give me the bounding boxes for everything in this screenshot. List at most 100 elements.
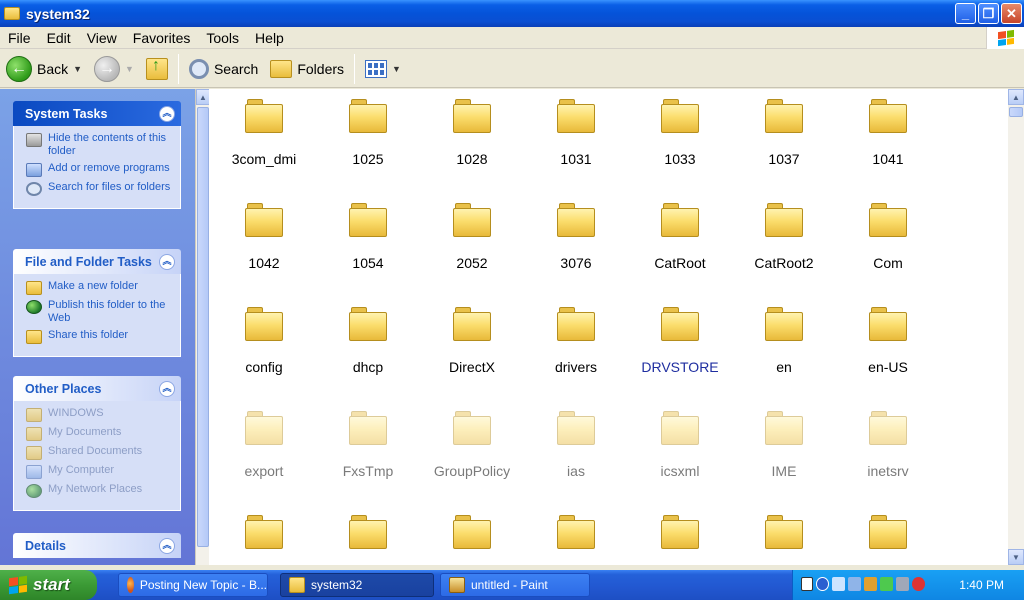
maximize-button[interactable]: ❐	[978, 3, 999, 24]
folder-icon	[349, 515, 387, 549]
folder-item[interactable]: en	[732, 307, 836, 375]
folder-item[interactable]: export	[212, 411, 316, 479]
folder-name: config	[245, 359, 283, 375]
network-icon[interactable]	[848, 577, 861, 591]
expand-icon[interactable]: ︽	[159, 537, 175, 554]
close-button[interactable]: ✕	[1001, 3, 1022, 24]
folder-name: 2052	[456, 255, 488, 271]
folder-item[interactable]: inetsrv	[836, 411, 940, 479]
other-places-header[interactable]: Other Places ︽	[13, 376, 181, 401]
menu-help[interactable]: Help	[247, 30, 292, 46]
folder-item[interactable]	[524, 515, 628, 565]
folder-item[interactable]: DirectX	[420, 307, 524, 375]
folder-item[interactable]: config	[212, 307, 316, 375]
folder-item[interactable]: 1054	[316, 203, 420, 271]
folder-view-scrollbar[interactable]: ▲ ▼	[1008, 89, 1024, 565]
paint-icon	[449, 577, 465, 593]
add-remove-icon	[26, 163, 42, 177]
folder-item[interactable]: 1033	[628, 99, 732, 167]
forward-dropdown-icon[interactable]: ▼	[125, 64, 134, 74]
collapse-icon[interactable]: ︽	[159, 253, 175, 270]
back-button[interactable]: ← Back ▼	[0, 52, 88, 86]
title-bar[interactable]: system32 _ ❐ ✕	[0, 0, 1024, 27]
folder-item[interactable]: en-US	[836, 307, 940, 375]
folder-item[interactable]: IME	[732, 411, 836, 479]
collapse-icon[interactable]: ︽	[159, 380, 175, 397]
scroll-up-icon[interactable]: ▲	[1008, 89, 1024, 105]
folder-item[interactable]	[836, 515, 940, 565]
views-button[interactable]: ▼	[359, 52, 407, 86]
back-dropdown-icon[interactable]: ▼	[73, 64, 82, 74]
bug-icon[interactable]	[864, 577, 877, 591]
shield-icon[interactable]	[912, 577, 925, 591]
scroll-thumb[interactable]	[1009, 107, 1023, 117]
folder-item[interactable]: Com	[836, 203, 940, 271]
other-place-shared-documents[interactable]: Shared Documents	[26, 445, 174, 460]
folder-item[interactable]	[732, 515, 836, 565]
folder-item[interactable]: 1041	[836, 99, 940, 167]
folder-item[interactable]	[316, 515, 420, 565]
menu-view[interactable]: View	[79, 30, 125, 46]
folder-item[interactable]: CatRoot	[628, 203, 732, 271]
chevron-left-icon[interactable]	[816, 577, 829, 591]
other-place-my-computer[interactable]: My Computer	[26, 464, 174, 479]
folder-item[interactable]: CatRoot2	[732, 203, 836, 271]
folder-item[interactable]: 2052	[420, 203, 524, 271]
scroll-up-icon[interactable]: ▲	[196, 89, 210, 105]
taskbar-item-firefox[interactable]: Posting New Topic - B...	[118, 573, 268, 597]
folder-item[interactable]	[628, 515, 732, 565]
folders-button[interactable]: Folders	[264, 52, 350, 86]
folder-item[interactable]: drivers	[524, 307, 628, 375]
folder-name: FxsTmp	[342, 463, 394, 479]
make-new-folder-link[interactable]: Make a new folder	[26, 280, 174, 295]
folder-item[interactable]: icsxml	[628, 411, 732, 479]
folder-item[interactable]: GroupPolicy	[420, 411, 524, 479]
hide-contents-link[interactable]: Hide the contents of this folder	[26, 132, 174, 158]
publish-web-icon	[26, 300, 42, 314]
search-files-link[interactable]: Search for files or folders	[26, 181, 174, 196]
menu-edit[interactable]: Edit	[39, 30, 79, 46]
collapse-icon[interactable]: ︽	[159, 105, 175, 122]
menu-file[interactable]: File	[0, 30, 39, 46]
folder-item[interactable]: 1028	[420, 99, 524, 167]
file-folder-tasks-header[interactable]: File and Folder Tasks ︽	[13, 249, 181, 274]
signal-icon[interactable]	[880, 577, 893, 591]
task-pane-scrollbar[interactable]: ▲	[195, 89, 210, 565]
minimize-button[interactable]: _	[955, 3, 976, 24]
folder-name: 3com_dmi	[231, 151, 297, 167]
scroll-down-icon[interactable]: ▼	[1008, 549, 1024, 565]
search-button[interactable]: Search	[183, 52, 264, 86]
folder-item[interactable]: 1037	[732, 99, 836, 167]
folder-item[interactable]: 3com_dmi	[212, 99, 316, 167]
folder-item[interactable]: 1025	[316, 99, 420, 167]
folder-name: 1041	[872, 151, 904, 167]
folder-item[interactable]: ias	[524, 411, 628, 479]
computer-icon[interactable]	[896, 577, 909, 591]
share-folder-link[interactable]: Share this folder	[26, 329, 174, 344]
publish-folder-link[interactable]: Publish this folder to the Web	[26, 299, 174, 325]
folder-item[interactable]: dhcp	[316, 307, 420, 375]
forward-button[interactable]: → ▼	[88, 52, 140, 86]
taskbar-item-system32[interactable]: system32	[280, 573, 434, 597]
taskbar-item-paint[interactable]: untitled - Paint	[440, 573, 590, 597]
other-place-network-places[interactable]: My Network Places	[26, 483, 174, 498]
system-tasks-header[interactable]: System Tasks ︽	[13, 101, 181, 126]
folder-item[interactable]	[420, 515, 524, 565]
details-header[interactable]: Details ︽	[13, 533, 181, 558]
folder-item[interactable]: 3076	[524, 203, 628, 271]
other-place-windows[interactable]: WINDOWS	[26, 407, 174, 422]
folder-item[interactable]: FxsTmp	[316, 411, 420, 479]
up-folder-button[interactable]	[140, 52, 174, 86]
search-icon[interactable]	[832, 577, 845, 591]
add-remove-programs-link[interactable]: Add or remove programs	[26, 162, 174, 177]
menu-favorites[interactable]: Favorites	[125, 30, 199, 46]
folder-item[interactable]: 1031	[524, 99, 628, 167]
folder-item[interactable]	[212, 515, 316, 565]
scroll-thumb[interactable]	[197, 107, 209, 547]
help-icon[interactable]	[801, 577, 813, 591]
folder-item[interactable]: 1042	[212, 203, 316, 271]
other-place-my-documents[interactable]: My Documents	[26, 426, 174, 441]
folder-item[interactable]: DRVSTORE	[628, 307, 732, 375]
start-button[interactable]: start	[0, 570, 97, 600]
menu-tools[interactable]: Tools	[198, 30, 247, 46]
